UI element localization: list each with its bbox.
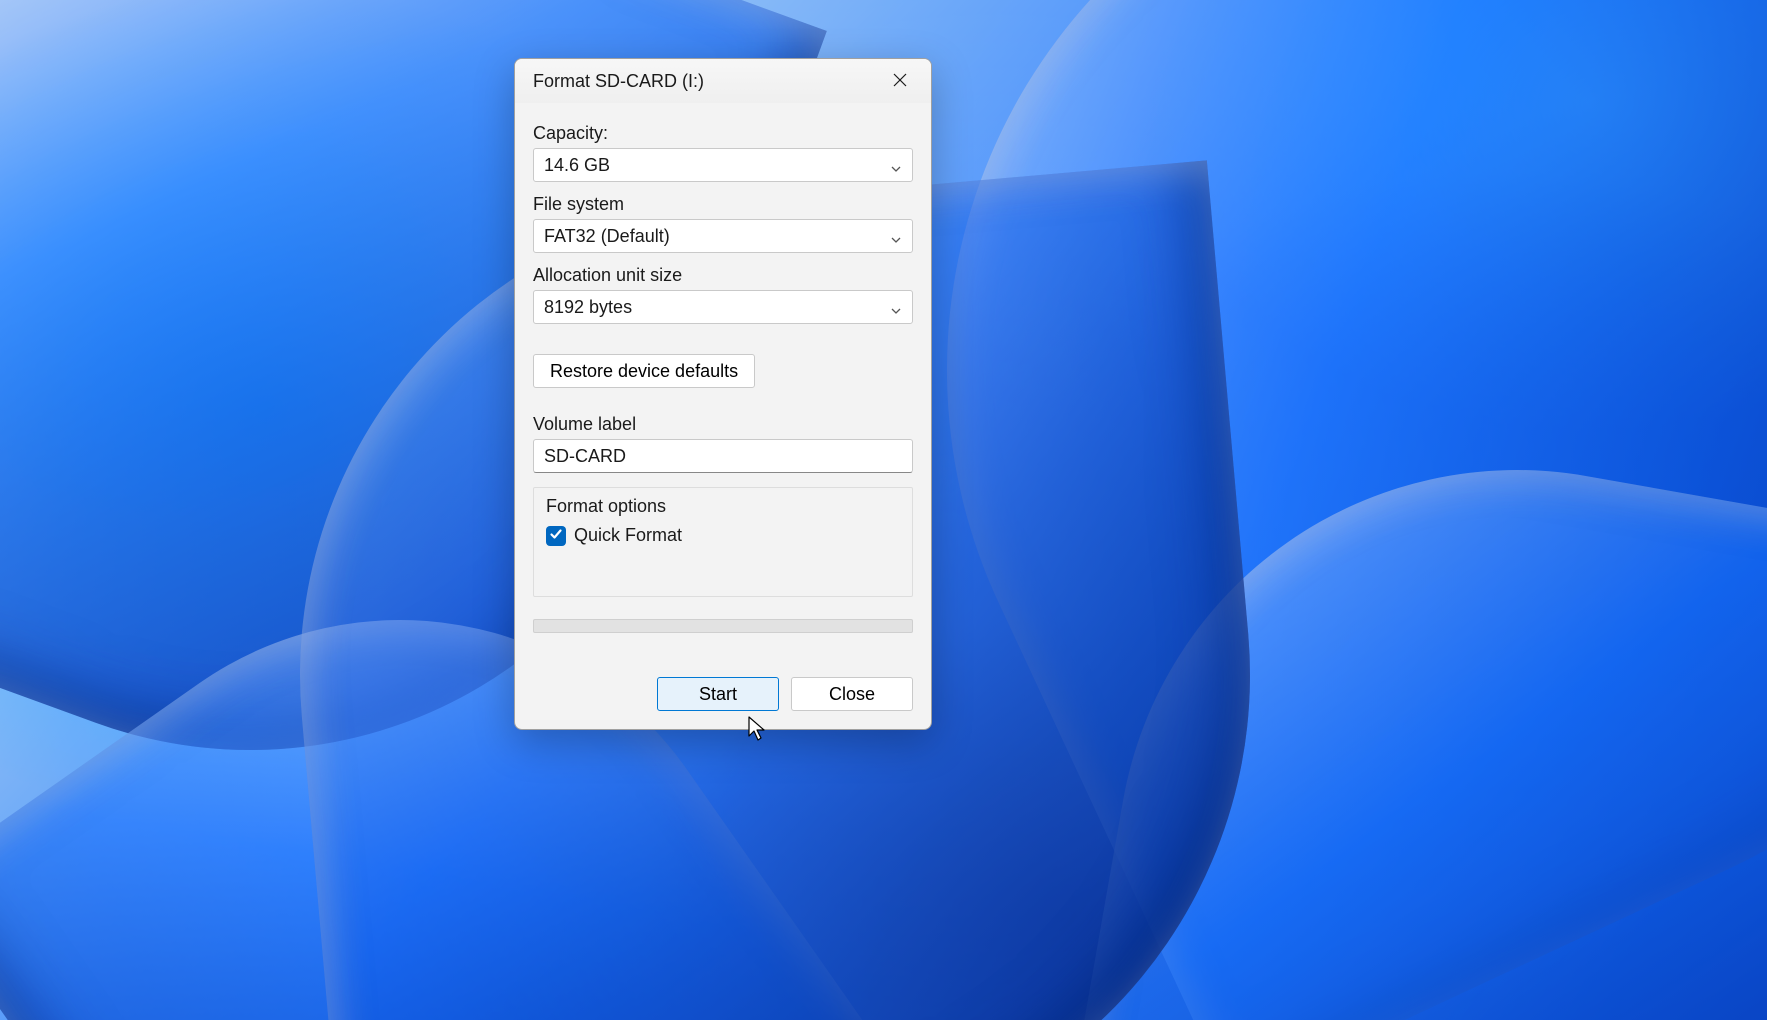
format-dialog: Format SD-CARD (I:) Capacity: 14.6 GB Fi… (514, 58, 932, 730)
volume-label-input[interactable]: SD-CARD (533, 439, 913, 473)
filesystem-select[interactable]: FAT32 (Default) (533, 219, 913, 253)
dialog-title: Format SD-CARD (I:) (533, 71, 704, 92)
close-action-button[interactable]: Close (791, 677, 913, 711)
allocation-label: Allocation unit size (533, 265, 913, 286)
dialog-footer: Start Close (533, 677, 913, 711)
volume-label-caption: Volume label (533, 414, 913, 435)
close-button[interactable] (877, 63, 923, 99)
check-icon (549, 525, 563, 546)
chevron-down-icon (890, 159, 902, 171)
start-button[interactable]: Start (657, 677, 779, 711)
capacity-value: 14.6 GB (544, 155, 610, 176)
restore-defaults-label: Restore device defaults (550, 361, 738, 382)
volume-label-value: SD-CARD (544, 446, 626, 467)
quick-format-row[interactable]: Quick Format (546, 525, 900, 546)
format-options-caption: Format options (546, 496, 900, 517)
close-icon (893, 71, 907, 92)
restore-defaults-button[interactable]: Restore device defaults (533, 354, 755, 388)
chevron-down-icon (890, 301, 902, 313)
capacity-select[interactable]: 14.6 GB (533, 148, 913, 182)
chevron-down-icon (890, 230, 902, 242)
filesystem-value: FAT32 (Default) (544, 226, 670, 247)
progress-bar (533, 619, 913, 633)
titlebar[interactable]: Format SD-CARD (I:) (515, 59, 931, 103)
quick-format-checkbox[interactable] (546, 526, 566, 546)
allocation-value: 8192 bytes (544, 297, 632, 318)
allocation-select[interactable]: 8192 bytes (533, 290, 913, 324)
capacity-label: Capacity: (533, 123, 913, 144)
format-options-group: Format options Quick Format (533, 487, 913, 597)
close-button-label: Close (829, 684, 875, 705)
filesystem-label: File system (533, 194, 913, 215)
quick-format-label: Quick Format (574, 525, 682, 546)
start-button-label: Start (699, 684, 737, 705)
dialog-body: Capacity: 14.6 GB File system FAT32 (Def… (515, 103, 931, 729)
